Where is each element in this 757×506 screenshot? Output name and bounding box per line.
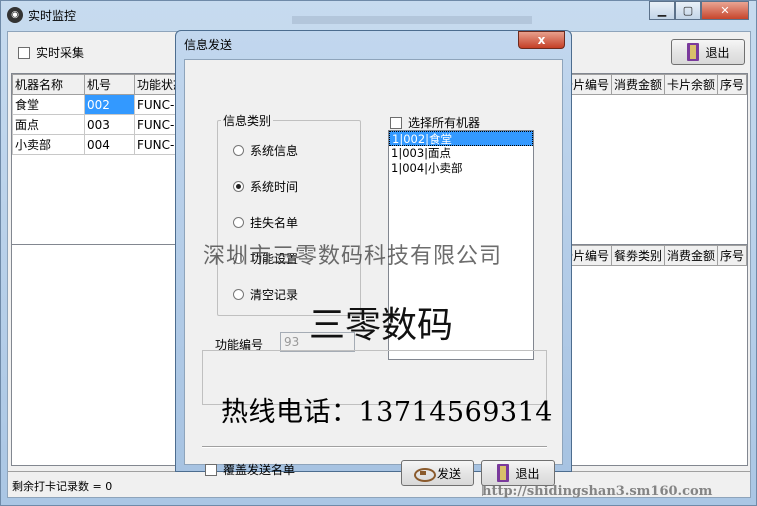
cell-no[interactable]: 003	[84, 114, 135, 135]
cell-name[interactable]: 食堂	[12, 94, 85, 115]
dialog-exit-label: 退出	[515, 466, 540, 481]
overwrite-checkbox[interactable]: 覆盖发送名单	[205, 461, 295, 478]
company-watermark: 深圳市三零数码科技有限公司	[203, 244, 503, 269]
hotline-text: 热线电话：13714569314	[221, 397, 553, 428]
cell-no[interactable]: 002	[84, 94, 135, 115]
select-all-checkbox[interactable]: 选择所有机器	[390, 114, 480, 131]
send-icon	[413, 466, 436, 482]
list-item[interactable]: 1|003|面点	[389, 146, 533, 161]
url-watermark: http://shidingshan3.sm160.com	[482, 484, 713, 499]
send-label: 发送	[436, 466, 461, 481]
table-row[interactable]: 食堂 002 FUNC-9	[12, 94, 186, 115]
exit-door-icon	[496, 464, 510, 482]
list-item[interactable]: 1|002|食堂	[389, 131, 533, 146]
minimize-icon[interactable]: ▁	[649, 1, 675, 20]
main-exit-label: 退出	[705, 45, 730, 60]
dialog-title: 信息发送	[184, 38, 233, 52]
maximize-icon[interactable]: ▢	[675, 1, 701, 20]
radio-button[interactable]	[233, 289, 244, 300]
radio-label: 系统信息	[250, 144, 299, 158]
cell-name[interactable]: 小卖部	[12, 134, 85, 155]
col-header-amount[interactable]: 消费金额	[610, 74, 665, 95]
col-header-balance[interactable]: 卡片余额	[663, 74, 718, 95]
close-icon[interactable]: ✕	[701, 1, 749, 20]
top-right-headers: 卡片编号 消费金额 卡片余额 序号	[557, 74, 748, 95]
main-exit-button[interactable]: 退出	[671, 39, 745, 65]
machine-table: 机器名称 机号 功能状态 食堂 002 FUNC-9 面点 003 FUNC-9…	[12, 74, 186, 155]
radio-loss-list[interactable]: 挂失名单	[233, 214, 298, 231]
window-controls: ▁ ▢ ✕	[649, 1, 749, 20]
realtime-checkbox[interactable]: 实时采集	[18, 44, 84, 61]
checkbox-box[interactable]	[390, 116, 402, 129]
checkbox-box[interactable]	[18, 46, 30, 59]
col-header-no[interactable]: 机号	[84, 74, 135, 95]
dialog-close-icon[interactable]: x	[518, 31, 565, 49]
radio-label: 挂失名单	[250, 216, 299, 230]
radio-system-info[interactable]: 系统信息	[233, 142, 298, 159]
col-header-seq[interactable]: 序号	[716, 245, 748, 266]
status-text: 剩余打卡记录数 = 0	[12, 480, 113, 493]
realtime-label: 实时采集	[36, 46, 85, 60]
select-all-label: 选择所有机器	[408, 116, 481, 130]
dialog-exit-button[interactable]: 退出	[481, 460, 555, 486]
app-icon: ◉	[7, 7, 23, 23]
checkbox-box[interactable]	[205, 463, 217, 476]
cell-name[interactable]: 面点	[12, 114, 85, 135]
radio-system-time[interactable]: 系统时间	[233, 178, 298, 195]
dialog-divider	[202, 446, 547, 448]
radio-label: 清空记录	[250, 288, 299, 302]
col-header-seq[interactable]: 序号	[716, 74, 748, 95]
table-row[interactable]: 面点 003 FUNC-9	[12, 114, 186, 135]
main-title-bar: ◉ 实时监控	[7, 5, 76, 25]
exit-door-icon	[686, 43, 700, 61]
blurred-title-text	[292, 16, 532, 24]
radio-button[interactable]	[233, 181, 244, 192]
table-row[interactable]: 小卖部 004 FUNC-0	[12, 134, 186, 155]
radio-button[interactable]	[233, 145, 244, 156]
list-item[interactable]: 1|004|小卖部	[389, 161, 533, 176]
main-title: 实时监控	[28, 8, 77, 23]
bottom-right-headers: 卡片编号 餐劵类别 消费金额 序号	[557, 245, 748, 266]
radio-button[interactable]	[233, 217, 244, 228]
radio-label: 系统时间	[250, 180, 299, 194]
send-button[interactable]: 发送	[401, 460, 474, 486]
cell-no[interactable]: 004	[84, 134, 135, 155]
col-header-name[interactable]: 机器名称	[12, 74, 85, 95]
overwrite-label: 覆盖发送名单	[223, 463, 296, 477]
radio-clear-records[interactable]: 清空记录	[233, 286, 298, 303]
col-header-meal-type[interactable]: 餐劵类别	[610, 245, 665, 266]
brand-watermark: 三零数码	[309, 305, 454, 346]
category-group-label: 信息类别	[221, 112, 274, 129]
col-header-amount[interactable]: 消费金额	[663, 245, 718, 266]
